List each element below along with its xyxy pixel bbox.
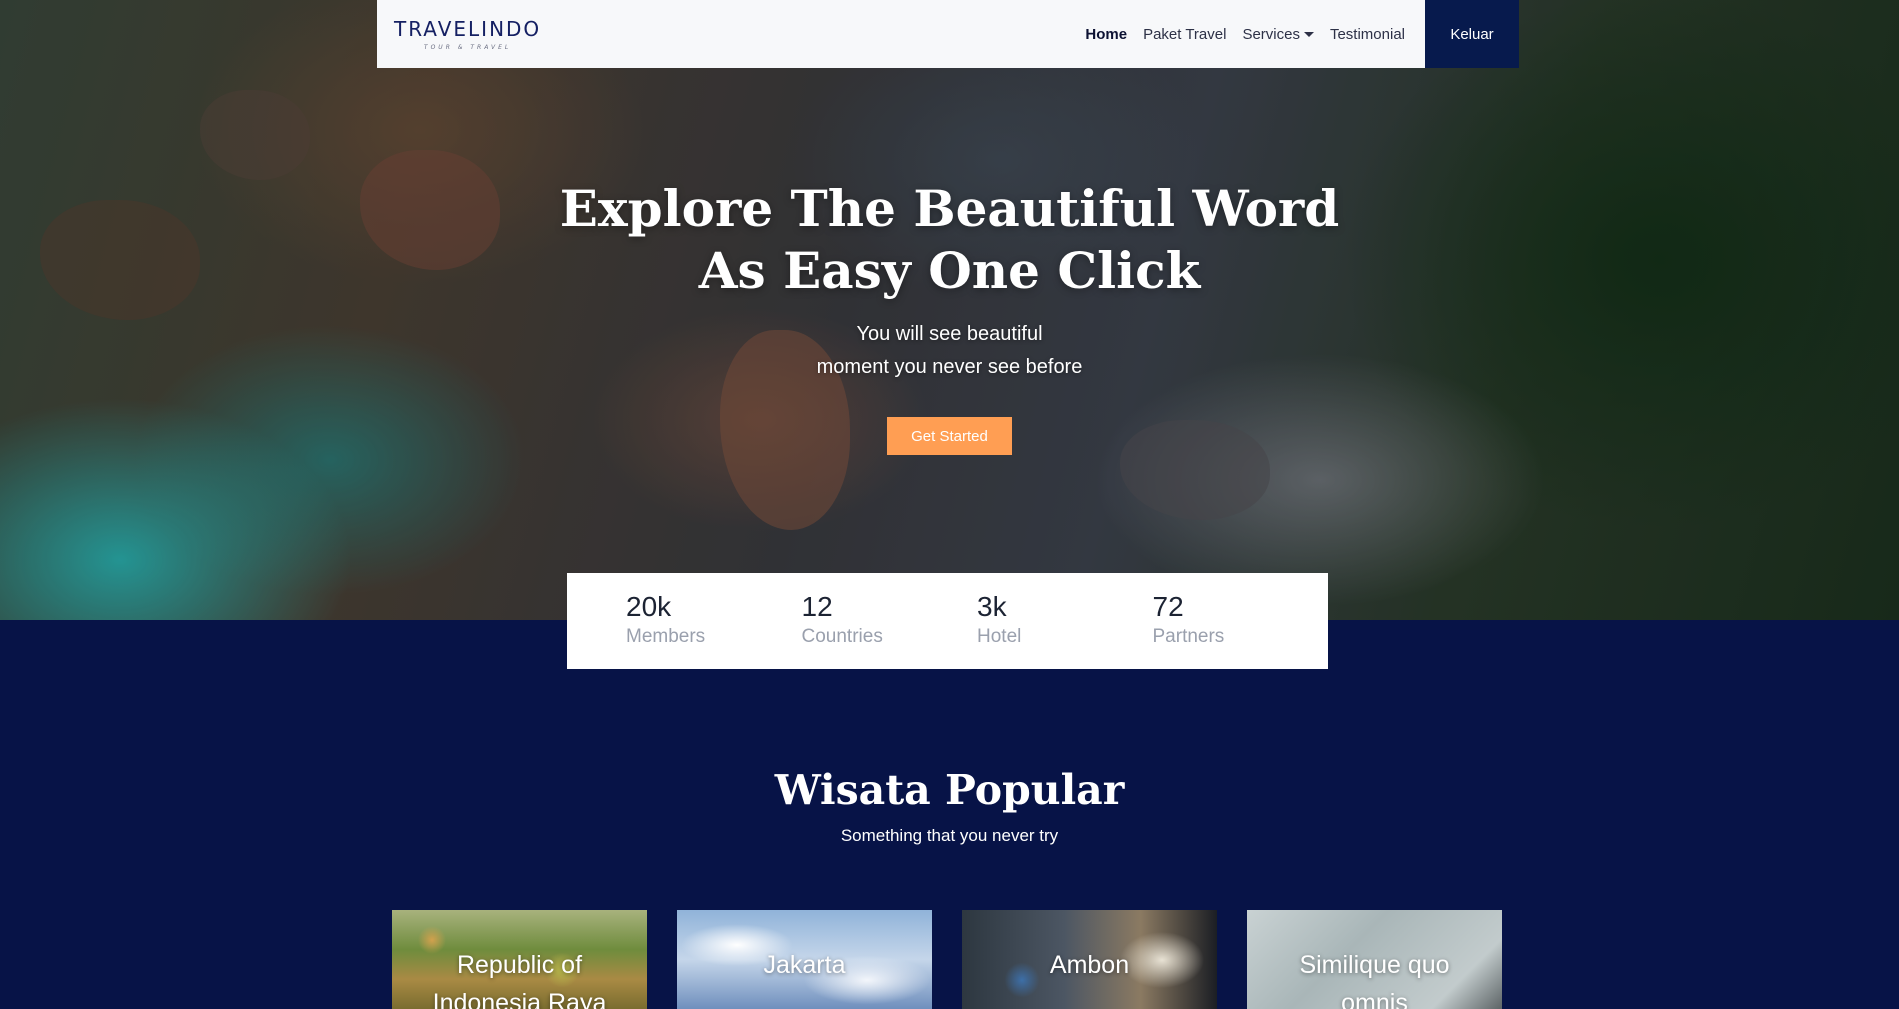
caret-down-icon: [1303, 31, 1314, 37]
stat-members: 20k Members: [626, 591, 802, 669]
stat-label: Hotel: [977, 626, 1022, 647]
hero-subtitle-line2: moment you never see before: [816, 356, 1083, 378]
stat-hotel: 3k Hotel: [977, 591, 1153, 669]
destination-card[interactable]: Jakarta: [677, 910, 932, 1009]
card-title: Jakarta: [763, 951, 846, 979]
hero-title: Explore The Beautiful Word As Easy One C…: [0, 178, 1899, 302]
nav-link-paket-travel[interactable]: Paket Travel: [1143, 26, 1226, 43]
stat-value: 20k: [626, 591, 672, 622]
section-title: Wisata Popular: [774, 766, 1125, 814]
section-subtitle: Something that you never try: [840, 826, 1059, 845]
destination-card[interactable]: Similique quo omnis: [1247, 910, 1502, 1009]
stat-value: 12: [801, 591, 833, 622]
hero-title-line1: Explore The Beautiful Word: [559, 179, 1340, 238]
stat-value: 3k: [977, 591, 1007, 622]
stat-partners: 72 Partners: [1153, 591, 1329, 669]
stat-label: Countries: [801, 626, 883, 647]
logout-button[interactable]: Keluar: [1425, 0, 1519, 68]
logo-text: TRAVELINDO: [394, 17, 542, 41]
destination-cards: Republic of Indonesia Raya Jakarta Ambon…: [392, 910, 1502, 1009]
stat-value: 72: [1152, 591, 1184, 622]
stat-label: Members: [626, 626, 706, 647]
brand-logo[interactable]: TRAVELINDO TOUR & TRAVEL: [394, 17, 541, 51]
popular-section-header: Wisata Popular Something that you never …: [0, 766, 1899, 846]
destination-card[interactable]: Ambon: [962, 910, 1217, 1009]
card-title: Ambon: [1049, 951, 1130, 979]
hero-subtitle: You will see beautiful moment you never …: [0, 318, 1899, 384]
hero-subtitle-line1: You will see beautiful: [856, 323, 1043, 345]
nav-link-testimonial[interactable]: Testimonial: [1330, 26, 1405, 43]
stats-panel: 20k Members 12 Countries 3k Hotel 72 Par…: [567, 573, 1328, 669]
nav-link-home[interactable]: Home: [1085, 26, 1127, 43]
nav-links: Home Paket Travel Services Testimonial: [1085, 26, 1405, 43]
stat-label: Partners: [1152, 626, 1225, 647]
hero-content: Explore The Beautiful Word As Easy One C…: [0, 178, 1899, 455]
stat-countries: 12 Countries: [802, 591, 978, 669]
card-title: Similique quo omnis: [1299, 951, 1450, 1009]
navbar: TRAVELINDO TOUR & TRAVEL Home Paket Trav…: [377, 0, 1519, 68]
nav-link-services-label: Services: [1242, 25, 1300, 43]
navbar-main: TRAVELINDO TOUR & TRAVEL Home Paket Trav…: [377, 0, 1425, 68]
card-title: Republic of Indonesia Raya: [432, 951, 607, 1009]
logo-tagline: TOUR & TRAVEL: [423, 44, 512, 51]
destination-card[interactable]: Republic of Indonesia Raya: [392, 910, 647, 1009]
hero-title-line2: As Easy One Click: [698, 241, 1201, 300]
get-started-button[interactable]: Get Started: [887, 417, 1012, 455]
nav-link-services[interactable]: Services: [1242, 26, 1314, 43]
